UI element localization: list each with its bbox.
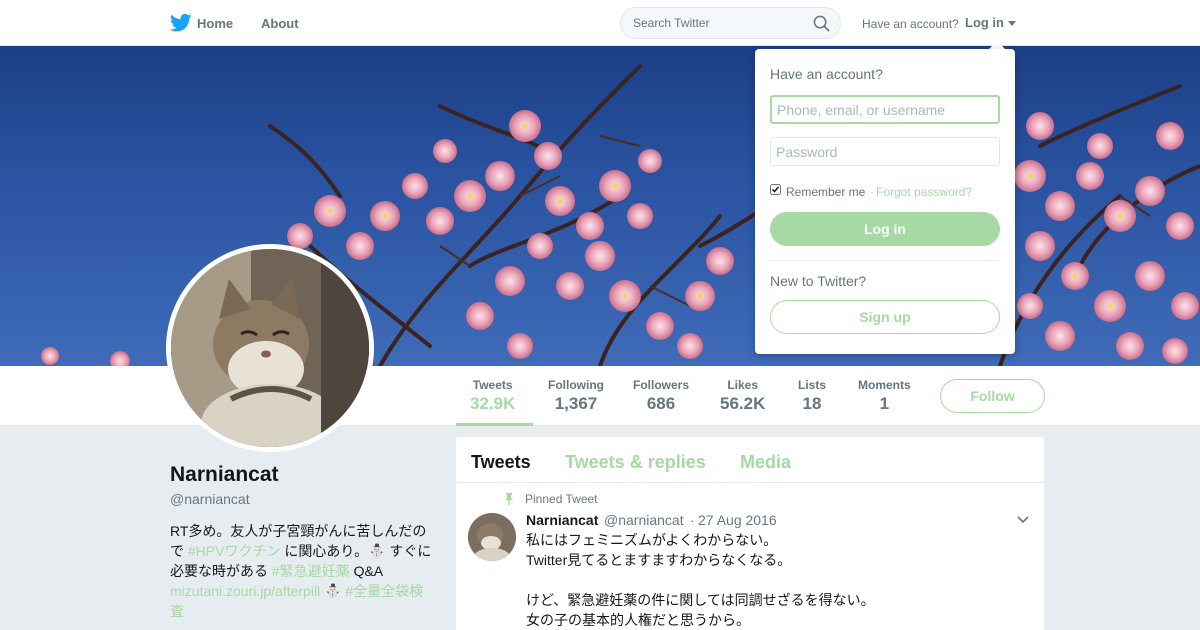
- stat-label: Tweets: [472, 378, 513, 392]
- remember-me-checkbox[interactable]: [770, 184, 781, 195]
- stat-value: 1: [879, 394, 890, 413]
- twitter-bird-icon[interactable]: [170, 13, 192, 33]
- signup-button[interactable]: Sign up: [770, 300, 1000, 334]
- tweet-line: 女の子の基本的人権だと思うから。: [526, 612, 750, 628]
- stat-label: Followers: [633, 378, 690, 392]
- tab-tweets-replies[interactable]: Tweets & replies: [565, 452, 706, 473]
- stat-value: 1,367: [554, 394, 598, 413]
- tweet-separator: ·: [690, 512, 695, 528]
- stat-value: 32.9K: [470, 394, 516, 413]
- divider: [770, 260, 1000, 261]
- stat-value: 686: [646, 394, 676, 413]
- stat-lists[interactable]: Lists 18: [798, 378, 826, 414]
- tweet-line: Twitter見てるとますますわからなくなる。: [526, 552, 792, 568]
- new-to-twitter-label: New to Twitter?: [770, 273, 867, 289]
- search-icon[interactable]: [813, 15, 830, 32]
- timeline: Tweets Tweets & replies Media Pinned Twe…: [456, 437, 1044, 630]
- profile-name[interactable]: Narniancat: [170, 463, 279, 487]
- snowman-emoji-icon: ⛄: [368, 543, 386, 559]
- separator: ·: [870, 185, 874, 199]
- login-dropdown-toggle[interactable]: Log in: [965, 15, 1004, 30]
- chevron-down-icon[interactable]: [1017, 516, 1029, 524]
- nav-about-link[interactable]: About: [261, 16, 299, 31]
- stat-value: 18: [802, 394, 822, 413]
- stat-label: Lists: [798, 378, 827, 392]
- pin-icon: [505, 493, 513, 505]
- hashtag-link[interactable]: #HPVワクチン: [188, 543, 281, 559]
- timeline-tabs: Tweets Tweets & replies Media: [456, 437, 1044, 483]
- tab-tweets[interactable]: Tweets: [471, 452, 531, 473]
- tweet-line: [526, 570, 1026, 590]
- tweet-avatar[interactable]: [468, 513, 516, 561]
- caret-down-icon[interactable]: [1008, 21, 1016, 26]
- stat-likes[interactable]: Likes 56.2K: [720, 378, 765, 414]
- hashtag-link[interactable]: #緊急避妊薬: [272, 563, 350, 579]
- tweet-author-handle[interactable]: @narniancat: [604, 512, 684, 528]
- tweet-text: 私にはフェミニズムがよくわからない。 Twitter見てるとますますわからなくな…: [526, 530, 1026, 630]
- stat-followers[interactable]: Followers 686: [633, 378, 689, 414]
- remember-me-label[interactable]: Remember me: [786, 185, 865, 199]
- tweet-timestamp[interactable]: 27 Aug 2016: [698, 512, 777, 528]
- dropdown-title: Have an account?: [770, 66, 883, 82]
- profile-handle[interactable]: @narniancat: [170, 491, 250, 507]
- bio-text: に関心あり。: [280, 543, 369, 559]
- search-input[interactable]: Search Twitter: [633, 16, 709, 30]
- snowman-emoji-icon: ⛄: [324, 583, 342, 599]
- top-navigation-bar: Home About Search Twitter Have an accoun…: [0, 0, 1200, 46]
- nav-home-link[interactable]: Home: [197, 16, 233, 31]
- stat-moments[interactable]: Moments 1: [858, 378, 911, 414]
- stat-tweets[interactable]: Tweets 32.9K: [470, 378, 515, 414]
- tweet-line: けど、緊急避妊薬の件に関しては同調せざるを得ない。: [526, 592, 875, 608]
- tweet-author-name[interactable]: Narniancat: [526, 512, 598, 528]
- follow-button[interactable]: Follow: [940, 379, 1045, 413]
- tweet-line: 私にはフェミニズムがよくわからない。: [526, 532, 778, 548]
- stat-value: 56.2K: [720, 394, 766, 413]
- have-account-label: Have an account?: [862, 17, 959, 31]
- stat-label: Moments: [858, 378, 911, 392]
- password-field[interactable]: [770, 137, 1000, 166]
- pinned-tweet-label: Pinned Tweet: [525, 492, 598, 506]
- stat-following[interactable]: Following 1,367: [548, 378, 604, 414]
- cat-avatar-image: [171, 249, 369, 447]
- stat-label: Following: [548, 378, 604, 392]
- login-button[interactable]: Log in: [770, 212, 1000, 246]
- bio-url-link[interactable]: mizutani.zouri.jp/afterpill: [170, 583, 320, 599]
- profile-bio: RT多め。友人が子宮頸がんに苦しんだので #HPVワクチン に関心あり。⛄ すぐ…: [170, 521, 432, 621]
- search-box[interactable]: Search Twitter: [620, 7, 841, 39]
- stat-label: Likes: [727, 378, 759, 392]
- bio-text: Q&A: [349, 563, 383, 579]
- tab-media[interactable]: Media: [740, 452, 791, 473]
- username-field[interactable]: [770, 95, 1000, 124]
- forgot-password-link[interactable]: Forgot password?: [876, 185, 972, 199]
- login-dropdown: Have an account? Remember me · Forgot pa…: [755, 49, 1015, 354]
- active-stat-underline: [456, 423, 533, 426]
- profile-avatar[interactable]: [166, 244, 374, 452]
